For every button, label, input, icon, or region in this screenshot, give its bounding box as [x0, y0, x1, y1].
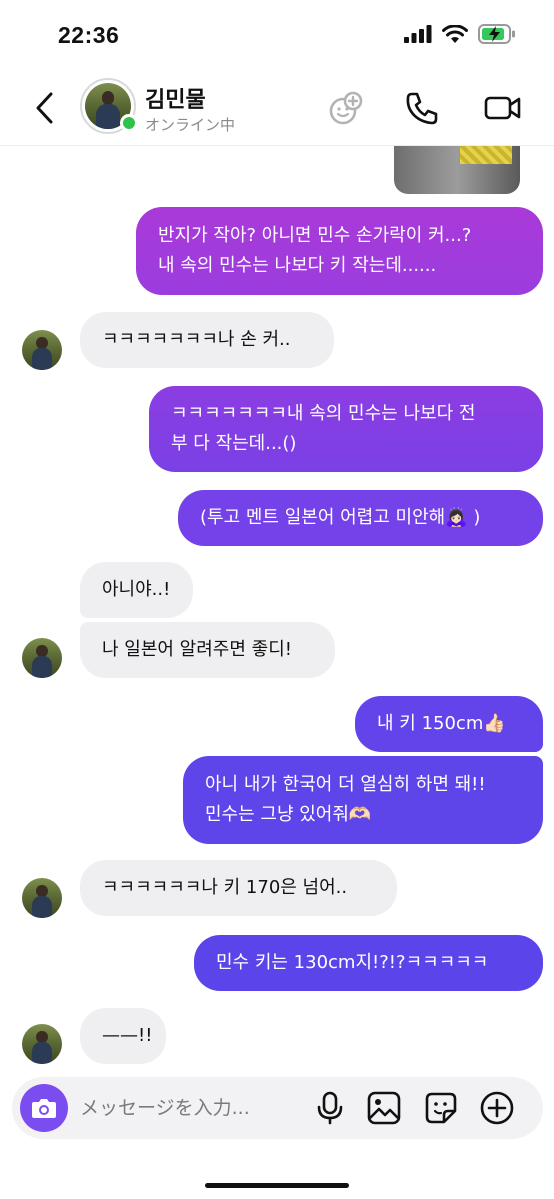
- sender-avatar[interactable]: [22, 638, 62, 678]
- incoming-message[interactable]: 나 일본어 알려주면 좋디!: [80, 622, 335, 678]
- outgoing-message[interactable]: 아니 내가 한국어 더 열심히 하면 돼!! 민수는 그냥 있어줘🫶🏻: [183, 756, 543, 844]
- message-line: ㅋㅋㅋㅋㅋㅋㅋ내 속의 민수는 나보다 전: [171, 403, 476, 424]
- microphone-icon[interactable]: [312, 1090, 348, 1126]
- sender-avatar[interactable]: [22, 1024, 62, 1064]
- cellular-signal-icon: [404, 25, 432, 43]
- message-line: 아니 내가 한국어 더 열심히 하면 돼!!: [205, 774, 486, 795]
- battery-charging-icon: [478, 24, 515, 44]
- camera-icon: [32, 1099, 56, 1118]
- incoming-message[interactable]: 아니야..!: [80, 562, 193, 618]
- gallery-icon[interactable]: [366, 1090, 402, 1126]
- message-line: 나 일본어 알려주면 좋디!: [102, 639, 292, 660]
- status-icons: [404, 24, 516, 44]
- message-input[interactable]: [80, 1092, 300, 1124]
- incoming-message[interactable]: ㅋㅋㅋㅋㅋㅋ나 키 170은 넘어..: [80, 860, 397, 916]
- outgoing-message[interactable]: ㅋㅋㅋㅋㅋㅋㅋ내 속의 민수는 나보다 전 부 다 작는데...(): [149, 386, 543, 472]
- message-line: 내 속의 민수는 나보다 키 작는데......: [158, 255, 437, 276]
- message-line: ㅋㅋㅋㅋㅋㅋ나 키 170은 넘어..: [102, 877, 348, 898]
- message-line: 민수는 그냥 있어줘🫶🏻: [205, 804, 372, 825]
- status-bar: 22:36: [0, 0, 554, 70]
- home-indicator: [205, 1183, 349, 1188]
- phone-icon[interactable]: [402, 88, 442, 128]
- outgoing-message[interactable]: (투고 멘트 일본어 어렵고 미안해🙇🏻‍♀️ ): [178, 490, 543, 546]
- incoming-message[interactable]: ——!!: [80, 1008, 166, 1064]
- video-camera-icon[interactable]: [483, 88, 523, 128]
- effects-icon[interactable]: [326, 88, 366, 128]
- message-line: 반지가 작아? 아니면 민수 손가락이 커...?: [158, 225, 472, 246]
- message-line: 아니야..!: [102, 579, 171, 600]
- message-line: 부 다 작는데...(): [171, 433, 297, 454]
- message-line: ——!!: [102, 1025, 153, 1046]
- outgoing-message[interactable]: 반지가 작아? 아니면 민수 손가락이 커...? 내 속의 민수는 나보다 키…: [136, 207, 543, 295]
- plus-circle-icon[interactable]: [479, 1090, 515, 1126]
- status-time: 22:36: [58, 22, 120, 48]
- sender-avatar[interactable]: [22, 878, 62, 918]
- message-line: 민수 키는 130cm지!?!?ㅋㅋㅋㅋㅋ: [216, 952, 489, 973]
- shared-image-message[interactable]: [394, 146, 520, 194]
- contact-name[interactable]: 김민물: [145, 82, 206, 114]
- message-line: ㅋㅋㅋㅋㅋㅋㅋ나 손 커..: [102, 329, 291, 350]
- outgoing-message[interactable]: 민수 키는 130cm지!?!?ㅋㅋㅋㅋㅋ: [194, 935, 543, 991]
- message-list[interactable]: 반지가 작아? 아니면 민수 손가락이 커...? 내 속의 민수는 나보다 키…: [0, 146, 554, 1076]
- camera-button[interactable]: [20, 1084, 68, 1132]
- online-status-dot: [120, 114, 138, 132]
- message-composer: [12, 1077, 543, 1139]
- back-chevron-icon[interactable]: [30, 90, 60, 126]
- chat-header: 김민물 オンライン中: [0, 70, 554, 146]
- presence-status: オンライン中: [145, 116, 236, 134]
- outgoing-message[interactable]: 내 키 150cm👍🏻: [355, 696, 543, 752]
- sticker-icon[interactable]: [423, 1090, 459, 1126]
- incoming-message[interactable]: ㅋㅋㅋㅋㅋㅋㅋ나 손 커..: [80, 312, 334, 368]
- sender-avatar[interactable]: [22, 330, 62, 370]
- message-line: 내 키 150cm👍🏻: [377, 713, 506, 734]
- wifi-icon: [442, 24, 468, 43]
- message-line: (투고 멘트 일본어 어렵고 미안해🙇🏻‍♀️ ): [200, 507, 481, 528]
- contact-avatar[interactable]: [80, 78, 138, 134]
